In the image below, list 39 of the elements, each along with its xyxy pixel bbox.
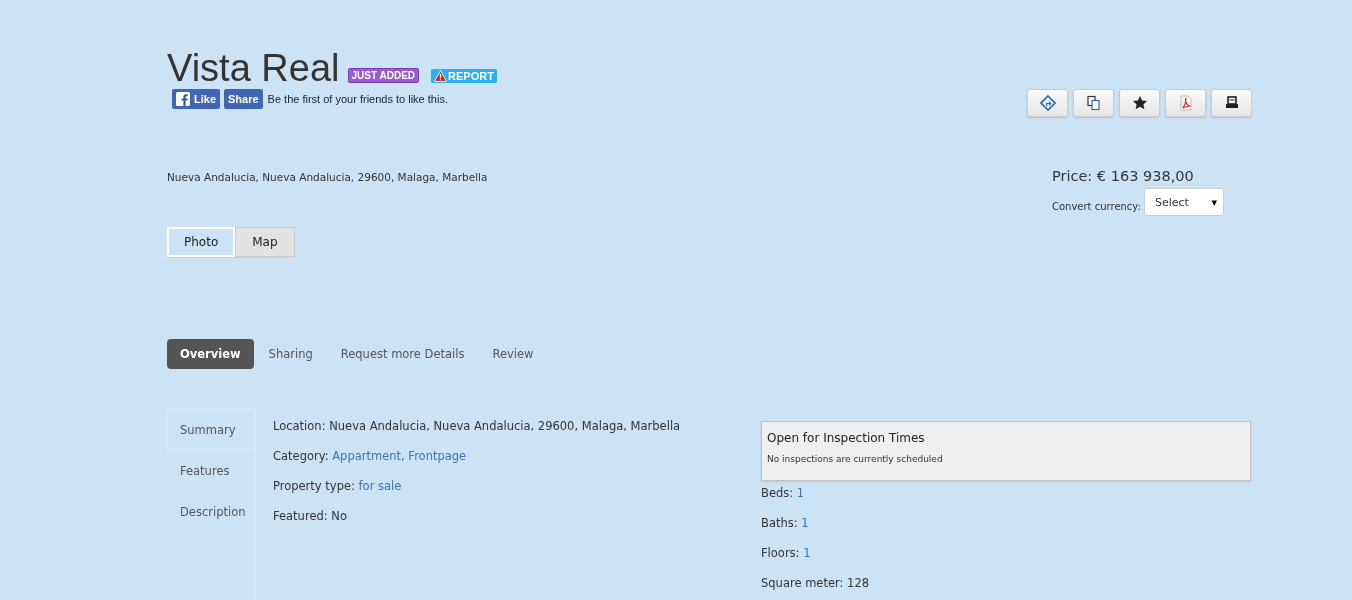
summary-row-text: Location: Nueva Andalucia, Nueva Andalucia, 29600, Malaga, Marbella bbox=[273, 418, 682, 435]
summary-row-text: Property type: for sale bbox=[273, 478, 403, 495]
price: Price: € 163 938,00 bbox=[1052, 168, 1194, 184]
currency-select[interactable]: Select ▾ bbox=[1143, 188, 1224, 216]
side-tab[interactable]: Description bbox=[167, 491, 255, 532]
property-fact: Beds: 1 bbox=[761, 485, 806, 502]
section-tab[interactable]: Request more Details bbox=[327, 339, 478, 369]
section-tab[interactable]: Overview bbox=[167, 339, 254, 369]
warning-icon bbox=[434, 70, 448, 82]
just-added-badge: JUST ADDED bbox=[347, 68, 420, 83]
share-button[interactable]: Share bbox=[224, 89, 263, 109]
like-prompt: Be the first of your friends to like this. bbox=[267, 93, 448, 105]
section-tab[interactable]: Review bbox=[479, 339, 547, 369]
side-tab[interactable]: Features bbox=[167, 450, 255, 491]
pdf-icon bbox=[1177, 95, 1194, 111]
like-button[interactable]: Like bbox=[172, 89, 220, 109]
directions-icon bbox=[1039, 95, 1056, 111]
copy-icon bbox=[1085, 95, 1102, 111]
summary-row-text: Featured: No bbox=[273, 508, 348, 525]
property-address: Nueva Andalucia, Nueva Andalucia, 29600, Malaga, Marbella bbox=[167, 171, 488, 185]
star-icon bbox=[1131, 95, 1148, 111]
property-fact: Baths: 1 bbox=[761, 515, 810, 532]
convert-currency-label: Convert currency: bbox=[1052, 200, 1141, 212]
property-fact: Floors: 1 bbox=[761, 545, 812, 562]
section-tab[interactable]: Sharing bbox=[255, 339, 326, 369]
side-tab[interactable]: Summary bbox=[167, 409, 255, 450]
directions-button[interactable] bbox=[1027, 89, 1068, 117]
printer-icon bbox=[1223, 95, 1240, 111]
inspection-message: No inspections are currently scheduled bbox=[767, 454, 944, 464]
print-button[interactable] bbox=[1211, 89, 1252, 117]
media-tab[interactable]: Photo bbox=[167, 227, 236, 257]
facebook-icon bbox=[176, 92, 190, 106]
property-title: Vista Real bbox=[167, 48, 340, 88]
favorite-button[interactable] bbox=[1119, 89, 1160, 117]
inspection-title: Open for Inspection Times bbox=[767, 431, 926, 445]
property-fact: Square meter: 128 bbox=[761, 575, 870, 592]
summary-row-text: Category: Appartment, Frontpage bbox=[273, 448, 468, 465]
media-tab[interactable]: Map bbox=[235, 227, 295, 257]
copy-button[interactable] bbox=[1073, 89, 1114, 117]
